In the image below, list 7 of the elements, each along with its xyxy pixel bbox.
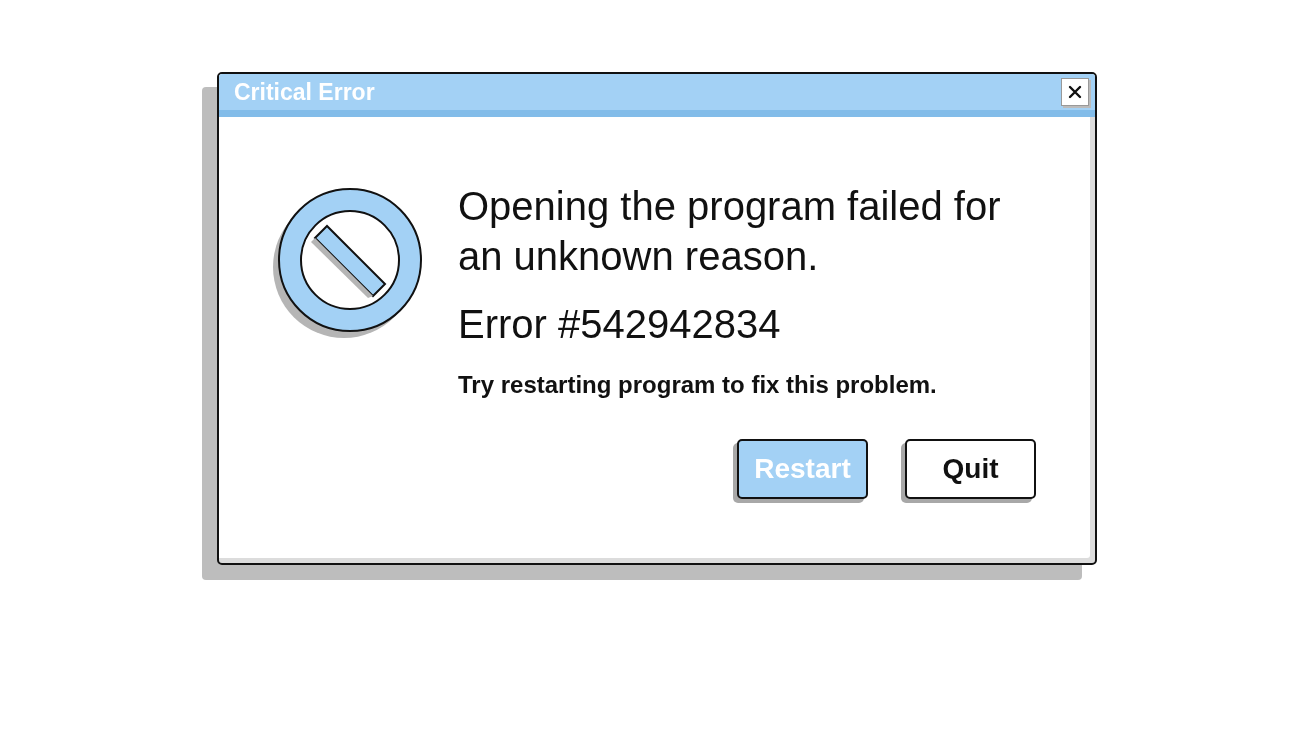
- error-code: Error #542942834: [458, 301, 782, 348]
- window-title: Critical Error: [234, 78, 375, 106]
- prohibited-sign-icon: [271, 186, 425, 340]
- error-hint: Try restarting program to fix this problem.: [458, 371, 938, 399]
- close-button[interactable]: [1061, 78, 1089, 106]
- close-icon: [1068, 85, 1082, 99]
- error-heading: Opening the program failed for an unknown reason.: [458, 183, 1002, 280]
